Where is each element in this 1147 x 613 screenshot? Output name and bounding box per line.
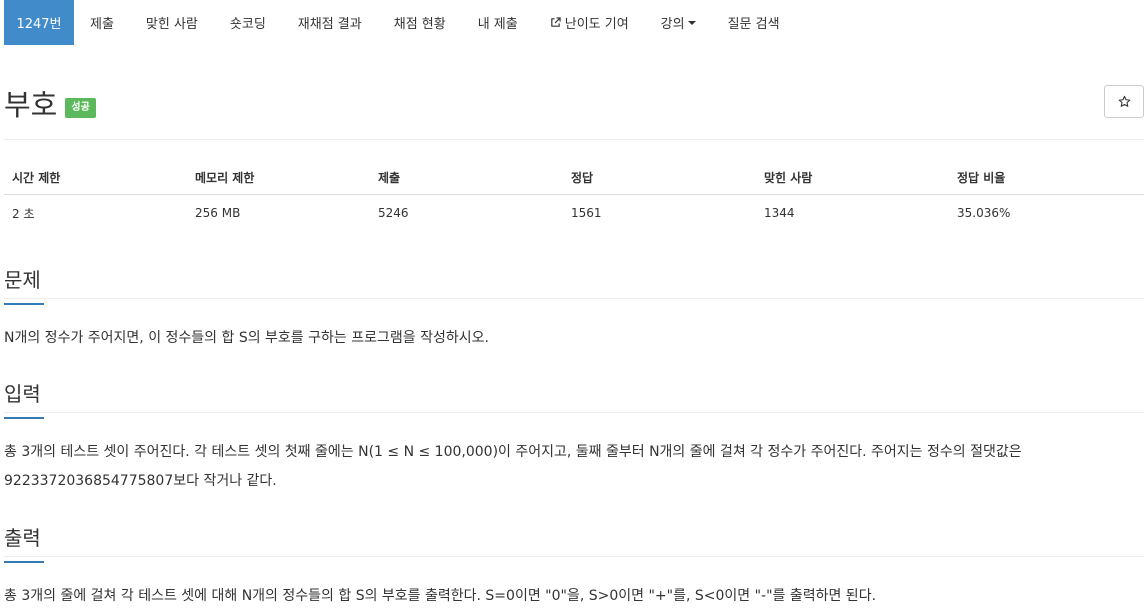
problem-section-heading: 문제 <box>4 264 44 305</box>
tab-difficulty-label: 난이도 기여 <box>564 17 629 32</box>
section-divider <box>4 556 1144 557</box>
header-submissions: 제출 <box>370 160 563 195</box>
header-memory-limit: 메모리 제한 <box>187 160 370 195</box>
header-ratio: 정답 비율 <box>949 160 1144 195</box>
tab-shortcoding[interactable]: 숏코딩 <box>214 0 282 45</box>
title-divider <box>4 139 1144 140</box>
value-ratio: 35.036% <box>957 206 1011 220</box>
header-solvers: 맞힌 사람 <box>756 160 949 195</box>
output-section-heading: 출력 <box>4 522 44 563</box>
favorite-button[interactable] <box>1104 85 1144 118</box>
header-time-limit: 시간 제한 <box>4 160 187 195</box>
problem-nav: 1247번 제출 맞힌 사람 숏코딩 재채점 결과 채점 현황 내 제출 난이도… <box>4 0 796 45</box>
value-accepted: 1561 <box>571 206 602 220</box>
value-memory-limit: 256 MB <box>195 206 241 220</box>
value-solvers: 1344 <box>764 206 795 220</box>
section-divider <box>4 412 1144 413</box>
problem-section-title: 문제 <box>4 268 41 292</box>
input-section-title: 입력 <box>4 382 41 406</box>
value-submissions: 5246 <box>378 206 409 220</box>
status-badge: 성공 <box>65 98 96 118</box>
tab-lecture-label: 강의 <box>660 17 685 32</box>
output-section-title: 출력 <box>4 526 41 550</box>
value-time-limit: 2 초 <box>12 206 35 221</box>
tab-rejudge[interactable]: 재채점 결과 <box>282 0 378 45</box>
heading-underline <box>4 417 44 419</box>
input-description: 총 3개의 테스트 셋이 주어진다. 각 테스트 셋의 첫째 줄에는 N(1 ≤… <box>4 444 1022 489</box>
problem-header: 부호 성공 <box>4 82 96 124</box>
tab-problem[interactable]: 1247번 <box>4 0 74 45</box>
star-icon <box>1118 95 1130 107</box>
heading-underline <box>4 561 44 563</box>
external-link-icon <box>550 17 561 27</box>
problem-title: 부호 <box>4 88 58 122</box>
section-divider <box>4 298 1144 299</box>
info-value-row: 2 초 256 MB 5246 1561 1344 35.036% <box>4 195 1144 232</box>
tab-qna[interactable]: 질문 검색 <box>712 0 796 45</box>
input-section-heading: 입력 <box>4 378 44 419</box>
tab-lecture[interactable]: 강의 <box>645 0 712 45</box>
tab-difficulty[interactable]: 난이도 기여 <box>534 0 645 45</box>
caret-down-icon <box>687 20 696 25</box>
heading-underline <box>4 303 44 305</box>
problem-info-table: 시간 제한 메모리 제한 제출 정답 맞힌 사람 정답 비율 2 초 256 M… <box>4 160 1144 231</box>
tab-status[interactable]: 채점 현황 <box>378 0 462 45</box>
tab-my-submit[interactable]: 내 제출 <box>462 0 534 45</box>
header-accepted: 정답 <box>563 160 756 195</box>
problem-description: N개의 정수가 주어지면, 이 정수들의 합 S의 부호를 구하는 프로그램을 … <box>4 330 489 346</box>
tab-submit[interactable]: 제출 <box>74 0 130 45</box>
tab-solved[interactable]: 맞힌 사람 <box>130 0 214 45</box>
info-header-row: 시간 제한 메모리 제한 제출 정답 맞힌 사람 정답 비율 <box>4 160 1144 195</box>
output-description: 총 3개의 줄에 걸쳐 각 테스트 셋에 대해 N개의 정수들의 합 S의 부호… <box>4 588 877 604</box>
